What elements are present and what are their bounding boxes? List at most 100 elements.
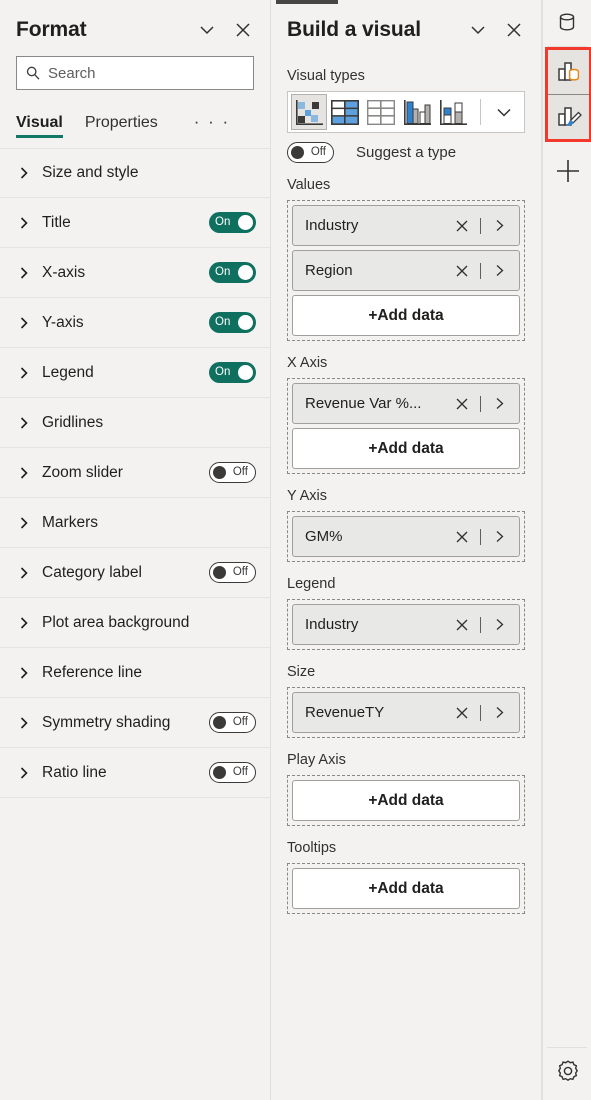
chevron-right-icon <box>15 764 33 782</box>
field-chip-industry[interactable]: Industry <box>292 205 520 246</box>
format-pane-header: Format <box>0 0 270 56</box>
chevron-right-icon[interactable] <box>488 526 510 548</box>
gear-icon[interactable] <box>543 1048 591 1094</box>
toggle-suggest-a-type[interactable]: Off <box>287 142 334 163</box>
build-pane-header-actions <box>465 17 527 43</box>
toggle-state-label: Off <box>232 465 248 478</box>
format-search-wrapper <box>0 56 270 90</box>
visual-type-table-icon[interactable] <box>363 94 399 130</box>
format-row-label: Title <box>42 213 71 231</box>
toggle-title[interactable]: On <box>209 212 256 233</box>
chevron-right-icon[interactable] <box>488 260 510 282</box>
chevron-right-icon[interactable] <box>488 215 510 237</box>
tab-properties[interactable]: Properties <box>85 114 158 138</box>
format-row-symmetry-shading[interactable]: Symmetry shading Off <box>0 698 270 748</box>
field-chip-divider <box>480 704 481 721</box>
close-icon[interactable] <box>501 17 527 43</box>
field-well-values[interactable]: Industry Region +Add data <box>287 200 525 341</box>
close-icon[interactable] <box>230 17 256 43</box>
toggle-state-label: Off <box>232 565 248 578</box>
format-row-label: Plot area background <box>42 613 190 631</box>
toggle-ratio-line[interactable]: Off <box>209 762 256 783</box>
field-chip-revenuety[interactable]: RevenueTY <box>292 692 520 733</box>
format-row-label: Ratio line <box>42 763 107 781</box>
tab-visual[interactable]: Visual <box>16 114 63 138</box>
chevron-down-icon[interactable] <box>194 17 220 43</box>
pane-switcher-rail <box>542 0 591 1100</box>
toggle-legend[interactable]: On <box>209 362 256 383</box>
data-pane-icon[interactable] <box>544 0 590 46</box>
format-row-gridlines[interactable]: Gridlines <box>0 398 270 448</box>
well-label-legend: Legend <box>287 576 336 592</box>
format-row-zoom-slider[interactable]: Zoom slider Off <box>0 448 270 498</box>
format-section-list: Size and style Title On X-axis On Y-axis… <box>0 148 270 798</box>
format-row-title[interactable]: Title On <box>0 198 270 248</box>
format-row-markers[interactable]: Markers <box>0 498 270 548</box>
format-row-x-axis[interactable]: X-axis On <box>0 248 270 298</box>
visual-type-stacked-column-chart-icon[interactable] <box>435 94 471 130</box>
field-well-y-axis[interactable]: GM% <box>287 511 525 562</box>
field-well-tooltips[interactable]: +Add data <box>287 863 525 914</box>
remove-field-icon[interactable] <box>451 215 473 237</box>
field-chip-label: RevenueTY <box>305 704 385 721</box>
format-visual-icon[interactable] <box>548 95 589 139</box>
toggle-x-axis[interactable]: On <box>209 262 256 283</box>
field-chip-gm-pct[interactable]: GM% <box>292 516 520 557</box>
plus-icon[interactable] <box>543 148 591 194</box>
remove-field-icon[interactable] <box>451 526 473 548</box>
toggle-y-axis[interactable]: On <box>209 312 256 333</box>
build-visual-icon[interactable] <box>548 50 589 94</box>
build-pane-title: Build a visual <box>287 18 421 41</box>
search-input[interactable] <box>48 64 245 82</box>
field-chip-region[interactable]: Region <box>292 250 520 291</box>
remove-field-icon[interactable] <box>451 614 473 636</box>
format-row-label: Size and style <box>42 164 139 181</box>
field-chip-divider <box>480 217 481 234</box>
toggle-state-label: On <box>215 265 231 278</box>
remove-field-icon[interactable] <box>451 393 473 415</box>
field-well-play-axis[interactable]: +Add data <box>287 775 525 826</box>
format-row-reference-line[interactable]: Reference line <box>0 648 270 698</box>
toggle-category-label[interactable]: Off <box>209 562 256 583</box>
toggle-knob <box>213 716 226 729</box>
visual-type-matrix-table-icon[interactable] <box>327 94 363 130</box>
chevron-right-icon[interactable] <box>488 614 510 636</box>
format-row-category-label[interactable]: Category label Off <box>0 548 270 598</box>
visual-type-scatter-chart-icon[interactable] <box>291 94 327 130</box>
toggle-state-label: Off <box>232 765 248 778</box>
add-data-button-x-axis[interactable]: +Add data <box>292 428 520 469</box>
remove-field-icon[interactable] <box>451 702 473 724</box>
field-chip-label: GM% <box>305 528 343 545</box>
toggle-knob <box>213 766 226 779</box>
toggle-state-label: Off <box>310 145 326 158</box>
field-well-size[interactable]: RevenueTY <box>287 687 525 738</box>
visual-type-clustered-column-chart-icon[interactable] <box>399 94 435 130</box>
format-row-legend[interactable]: Legend On <box>0 348 270 398</box>
chevron-right-icon[interactable] <box>488 393 510 415</box>
chevron-right-icon[interactable] <box>488 702 510 724</box>
add-data-button-values[interactable]: +Add data <box>292 295 520 336</box>
format-row-ratio-line[interactable]: Ratio line Off <box>0 748 270 798</box>
tabs-overflow-button[interactable]: · · · <box>194 112 230 138</box>
toggle-zoom-slider[interactable]: Off <box>209 462 256 483</box>
format-row-y-axis[interactable]: Y-axis On <box>0 298 270 348</box>
highlight-box-pane-buttons <box>545 47 591 142</box>
field-well-legend[interactable]: Industry <box>287 599 525 650</box>
field-chip-revenue-var-pct[interactable]: Revenue Var %... <box>292 383 520 424</box>
format-row-size-and-style[interactable]: Size and style <box>0 148 270 198</box>
chevron-down-icon[interactable] <box>465 17 491 43</box>
field-well-x-axis[interactable]: Revenue Var %... +Add data <box>287 378 525 474</box>
format-row-label: Category label <box>42 563 142 581</box>
toggle-knob <box>213 466 226 479</box>
chevron-right-icon <box>15 164 33 182</box>
add-data-button-tooltips[interactable]: +Add data <box>292 868 520 909</box>
remove-field-icon[interactable] <box>451 260 473 282</box>
format-row-plot-area-background[interactable]: Plot area background <box>0 598 270 648</box>
chevron-down-icon[interactable] <box>488 95 521 129</box>
well-label-play-axis: Play Axis <box>287 752 346 768</box>
field-chip-industry-legend[interactable]: Industry <box>292 604 520 645</box>
format-pane: Format Search Visual Properties · · · Si… <box>0 0 271 1100</box>
toggle-symmetry-shading[interactable]: Off <box>209 712 256 733</box>
search-box[interactable] <box>16 56 254 90</box>
add-data-button-play-axis[interactable]: +Add data <box>292 780 520 821</box>
